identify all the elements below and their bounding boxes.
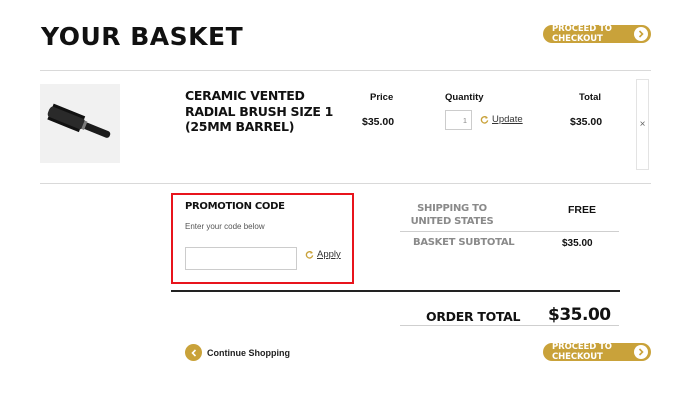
product-image[interactable] — [40, 84, 120, 163]
order-total-label: ORDER TOTAL — [426, 309, 521, 324]
item-total: $35.00 — [570, 116, 603, 128]
total-column-header: Total — [579, 92, 601, 103]
chevron-left-icon — [185, 344, 202, 361]
refresh-icon — [480, 116, 489, 124]
apply-button[interactable]: Apply — [305, 249, 341, 260]
item-price: $35.00 — [362, 116, 395, 128]
divider — [40, 183, 651, 184]
divider — [400, 231, 619, 232]
refresh-icon — [305, 251, 314, 259]
shipping-value: FREE — [568, 204, 597, 216]
divider — [40, 70, 651, 71]
shipping-label: SHIPPING TO UNITED STATES — [410, 203, 494, 227]
remove-item-button[interactable]: × — [636, 79, 649, 170]
apply-label: Apply — [317, 249, 341, 260]
quantity-input[interactable]: 1 — [445, 110, 472, 130]
proceed-to-checkout-button-bottom[interactable]: PROCEED TO CHECKOUT — [543, 342, 651, 362]
divider — [171, 290, 620, 292]
subtotal-value: $35.00 — [562, 238, 593, 249]
price-column-header: Price — [370, 92, 394, 103]
page-title: YOUR BASKET — [41, 22, 244, 51]
chevron-right-icon — [634, 27, 648, 41]
promotion-code-input[interactable] — [185, 247, 297, 270]
chevron-right-icon — [634, 345, 648, 359]
subtotal-label: BASKET SUBTOTAL — [413, 237, 515, 248]
promotion-hint: Enter your code below — [185, 222, 265, 231]
promotion-title: PROMOTION CODE — [185, 201, 285, 212]
close-icon: × — [639, 119, 646, 130]
order-total-value: $35.00 — [548, 305, 611, 325]
proceed-to-checkout-button-top[interactable]: PROCEED TO CHECKOUT — [543, 24, 651, 44]
product-name[interactable]: CERAMIC VENTED RADIAL BRUSH SIZE 1 (25MM… — [185, 88, 335, 135]
continue-shopping-button[interactable]: Continue Shopping — [185, 344, 290, 361]
divider — [400, 325, 619, 326]
continue-shopping-label: Continue Shopping — [207, 347, 290, 358]
brush-image — [47, 103, 111, 138]
update-label: Update — [492, 114, 523, 125]
update-button[interactable]: Update — [480, 114, 523, 125]
quantity-column-header: Quantity — [445, 92, 484, 103]
